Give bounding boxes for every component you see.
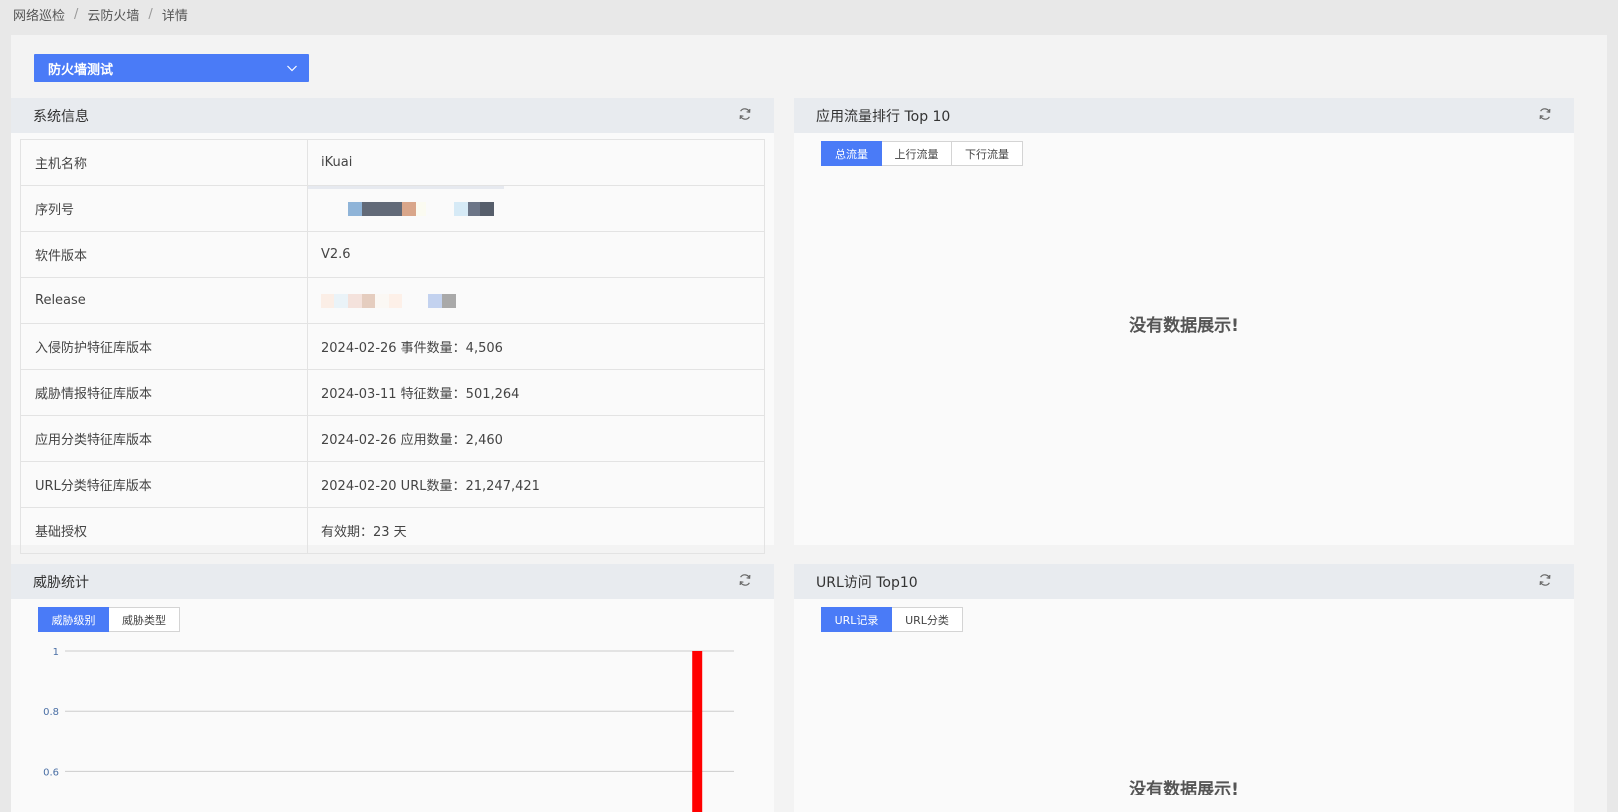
info-value	[308, 186, 764, 231]
url-top-tabs: URL记录 URL分类	[821, 607, 963, 632]
info-value: 2024-02-26 事件数量：4,506	[321, 341, 503, 356]
tab-total-traffic[interactable]: 总流量	[821, 141, 882, 166]
chevron-down-icon	[287, 65, 297, 72]
breadcrumb-item-detail: 详情	[161, 9, 188, 24]
breadcrumb-separator: /	[74, 7, 79, 22]
empty-state-message: 没有数据展示!	[1129, 316, 1239, 336]
redacted-serial	[348, 201, 494, 216]
app-traffic-header: 应用流量排行 Top 10	[794, 98, 1574, 133]
refresh-icon[interactable]	[738, 107, 752, 121]
info-value: V2.6	[321, 247, 351, 262]
table-row: 威胁情报特征库版本 2024-03-11 特征数量：501,264	[21, 370, 764, 416]
info-key: Release	[21, 278, 308, 323]
empty-state-message: 没有数据展示!	[1129, 780, 1239, 795]
table-row: 应用分类特征库版本 2024-02-26 应用数量：2,460	[21, 416, 764, 462]
app-traffic-title: 应用流量排行 Top 10	[816, 108, 951, 125]
url-top-title: URL访问 Top10	[816, 574, 918, 591]
table-row: 基础授权 有效期：23 天	[21, 508, 764, 554]
tab-downstream-traffic[interactable]: 下行流量	[952, 141, 1023, 166]
info-key: 序列号	[21, 186, 308, 231]
device-select[interactable]: 防火墙测试	[34, 54, 309, 82]
breadcrumb: 网络巡检 / 云防火墙 / 详情	[13, 5, 188, 24]
system-info-header: 系统信息	[11, 98, 774, 133]
threat-level-chart: 1 0.8 0.6	[43, 647, 734, 812]
info-value: iKuai	[321, 155, 353, 170]
table-row: 入侵防护特征库版本 2024-02-26 事件数量：4,506	[21, 324, 764, 370]
breadcrumb-item-cloud-firewall[interactable]: 云防火墙	[87, 5, 139, 24]
info-value	[308, 278, 764, 323]
info-key: 软件版本	[21, 232, 308, 277]
table-row: 序列号	[21, 186, 764, 232]
system-info-table: 主机名称 iKuai 序列号 软件版本 V2.6 Release 入侵防护特征库…	[20, 139, 765, 554]
info-key: URL分类特征库版本	[21, 462, 308, 507]
system-info-title: 系统信息	[33, 108, 89, 125]
info-key: 主机名称	[21, 140, 308, 185]
device-select-value: 防火墙测试	[48, 62, 114, 78]
table-row: Release	[21, 278, 764, 324]
tab-upstream-traffic[interactable]: 上行流量	[882, 141, 952, 166]
tab-url-category[interactable]: URL分类	[892, 607, 963, 632]
info-key: 威胁情报特征库版本	[21, 370, 308, 415]
table-row: URL分类特征库版本 2024-02-20 URL数量：21,247,421	[21, 462, 764, 508]
breadcrumb-item-network-inspection[interactable]: 网络巡检	[13, 5, 65, 24]
refresh-icon[interactable]	[1538, 573, 1552, 587]
refresh-icon[interactable]	[1538, 107, 1552, 121]
y-tick-label: 1	[53, 647, 59, 658]
table-row: 主机名称 iKuai	[21, 140, 764, 186]
y-tick-label: 0.8	[43, 707, 59, 718]
table-row: 软件版本 V2.6	[21, 232, 764, 278]
threat-bar[interactable]	[692, 651, 703, 812]
info-value: 有效期：23 天	[321, 525, 407, 540]
redacted-release	[321, 293, 456, 308]
info-key: 应用分类特征库版本	[21, 416, 308, 461]
tab-url-records[interactable]: URL记录	[821, 607, 892, 632]
redacted-serial-bar	[308, 186, 504, 189]
app-traffic-panel: 应用流量排行 Top 10 总流量 上行流量 下行流量 没有数据展示!	[794, 98, 1574, 545]
threat-stats-panel: 威胁统计 威胁级别 威胁类型 1 0.8 0.6	[11, 564, 774, 812]
url-top-panel: URL访问 Top10 URL记录 URL分类 没有数据展示!	[794, 564, 1574, 812]
main-container: 防火墙测试 系统信息 主机名称 iKuai 序列号 软件版本 V2.6 Rele…	[11, 35, 1607, 812]
info-key: 基础授权	[21, 508, 308, 553]
y-tick-label: 0.6	[43, 767, 59, 778]
breadcrumb-separator: /	[148, 7, 153, 22]
url-top-header: URL访问 Top10	[794, 564, 1574, 599]
info-key: 入侵防护特征库版本	[21, 324, 308, 369]
info-value: 2024-02-26 应用数量：2,460	[321, 433, 503, 448]
info-value: 2024-02-20 URL数量：21,247,421	[321, 479, 540, 494]
system-info-panel: 系统信息 主机名称 iKuai 序列号 软件版本 V2.6 Release 入侵…	[11, 98, 774, 554]
app-traffic-tabs: 总流量 上行流量 下行流量	[821, 141, 1023, 166]
info-value: 2024-03-11 特征数量：501,264	[321, 387, 520, 402]
